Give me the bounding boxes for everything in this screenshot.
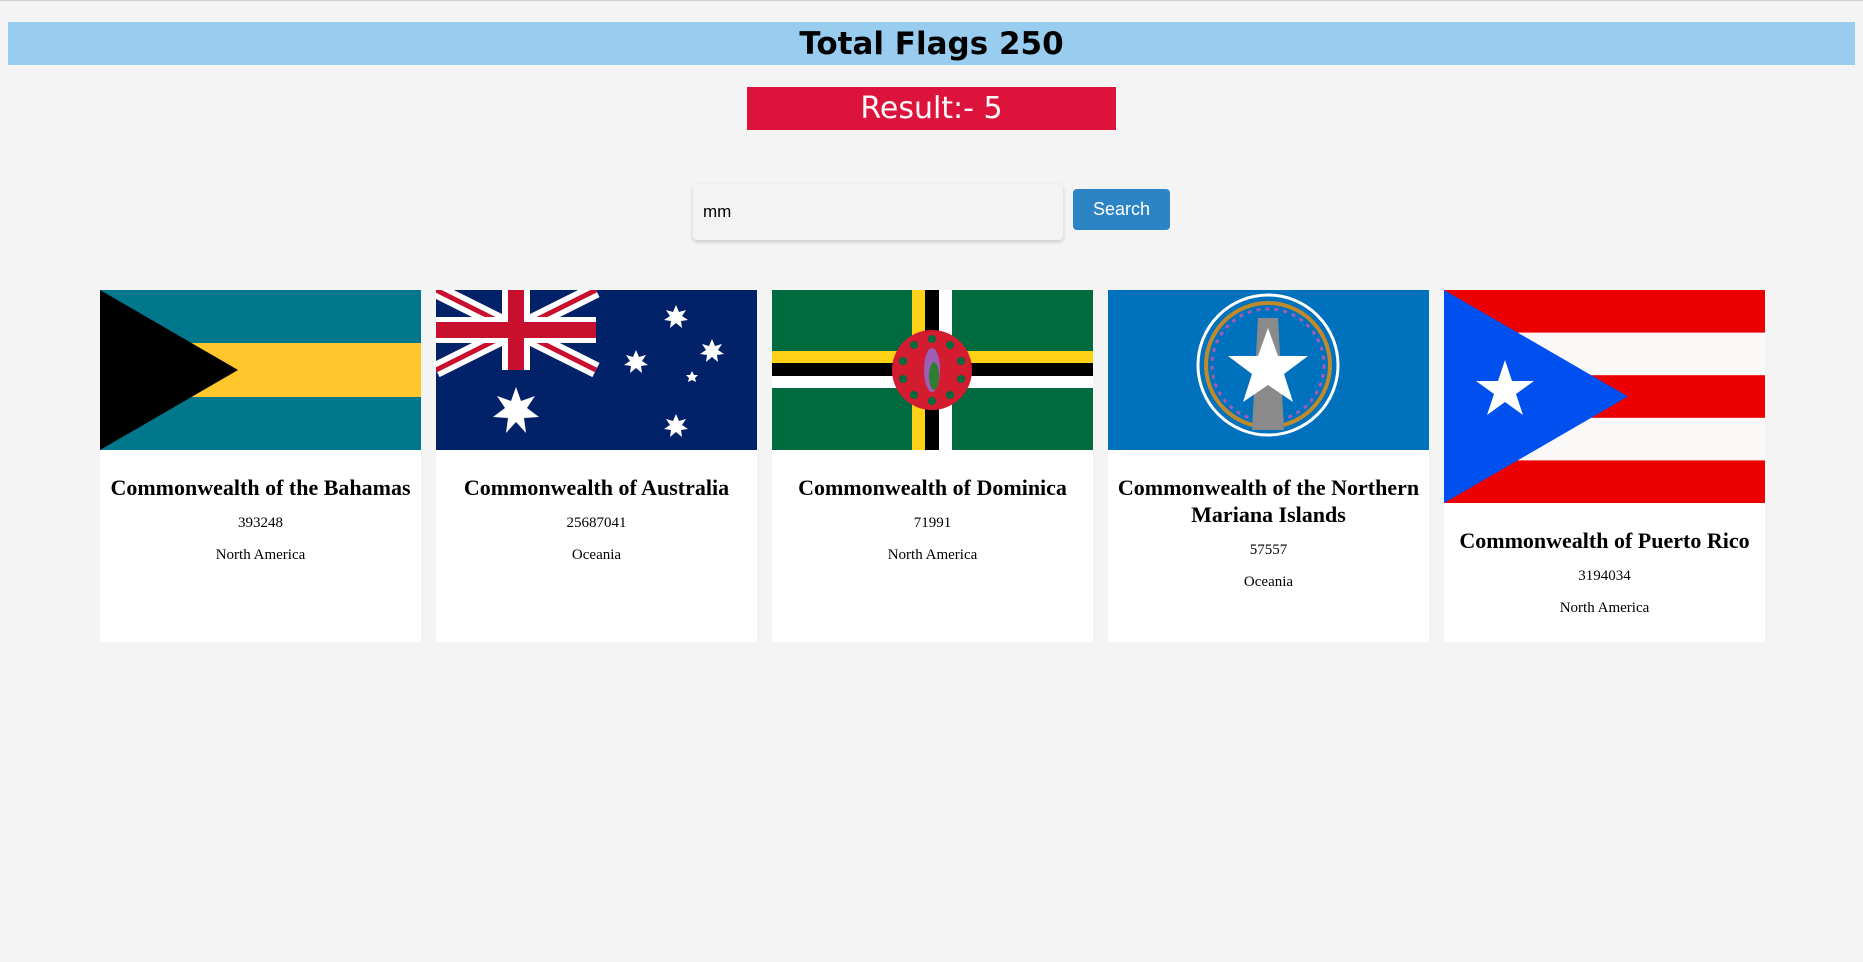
country-region: North America	[215, 547, 306, 563]
page-title: Total Flags 250	[799, 25, 1064, 62]
country-name: Commonwealth of the Bahamas	[110, 475, 411, 500]
country-population: 3194034	[1578, 568, 1631, 584]
country-region: Oceania	[1243, 574, 1294, 590]
top-border	[0, 0, 1863, 1]
search-button[interactable]: Search	[1073, 189, 1170, 230]
puerto-rico-flag	[1444, 290, 1765, 503]
country-card[interactable]: Commonwealth of the Northern Mariana Isl…	[1108, 290, 1429, 642]
search-input[interactable]	[693, 184, 1063, 240]
result-count-badge: Result:- 5	[747, 87, 1116, 130]
header-bar: Total Flags 250	[8, 22, 1855, 65]
country-name: Commonwealth of Australia	[463, 475, 730, 500]
country-region: North America	[1559, 600, 1650, 616]
country-population: 25687041	[566, 515, 627, 531]
country-region: North America	[887, 547, 978, 563]
australia-flag	[436, 290, 757, 450]
country-name: Commonwealth of Puerto Rico	[1459, 528, 1750, 553]
country-card-list: Commonwealth of the Bahamas 393248 North…	[100, 290, 1765, 642]
country-card[interactable]: Commonwealth of Puerto Rico 3194034 Nort…	[1444, 290, 1765, 642]
country-card[interactable]: Commonwealth of Australia 25687041 Ocean…	[436, 290, 757, 642]
country-name: Commonwealth of the Northern Mariana Isl…	[1117, 475, 1420, 527]
country-card[interactable]: Commonwealth of the Bahamas 393248 North…	[100, 290, 421, 642]
result-label: Result:- 5	[860, 91, 1003, 126]
country-name: Commonwealth of Dominica	[798, 475, 1067, 500]
northern-mariana-islands-flag	[1108, 290, 1429, 450]
country-population: 57557	[1249, 542, 1288, 558]
bahamas-flag	[100, 290, 421, 450]
country-population: 393248	[238, 515, 283, 531]
country-region: Oceania	[571, 547, 622, 563]
country-card[interactable]: Commonwealth of Dominica 71991 North Ame…	[772, 290, 1093, 642]
country-population: 71991	[913, 515, 952, 531]
dominica-flag	[772, 290, 1093, 450]
